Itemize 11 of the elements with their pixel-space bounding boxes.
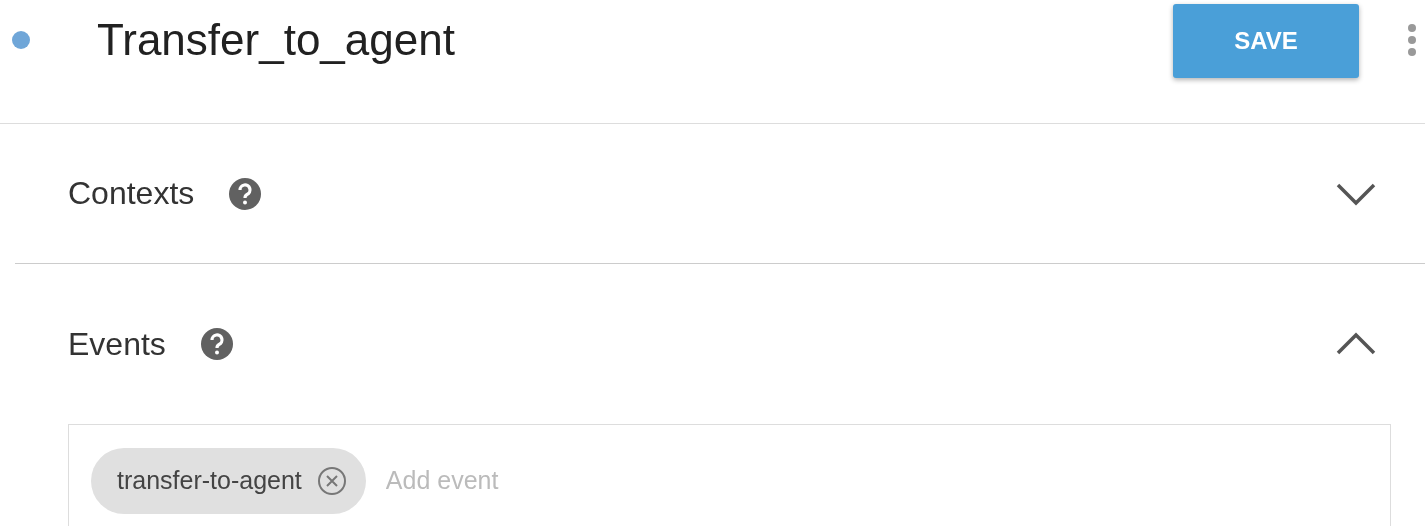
chevron-up-icon[interactable] xyxy=(1335,331,1377,357)
section-title: Events xyxy=(68,325,166,363)
status-dot xyxy=(12,30,30,49)
help-icon[interactable] xyxy=(199,327,234,361)
help-icon[interactable] xyxy=(228,176,263,211)
intent-title: Transfer_to_agent xyxy=(97,14,456,65)
event-field[interactable]: transfer-to-agent Add event xyxy=(68,424,1391,526)
remove-icon[interactable] xyxy=(315,464,348,497)
more-icon[interactable] xyxy=(1407,22,1417,57)
section-title: Contexts xyxy=(68,175,195,212)
event-chip[interactable]: transfer-to-agent xyxy=(91,447,366,514)
